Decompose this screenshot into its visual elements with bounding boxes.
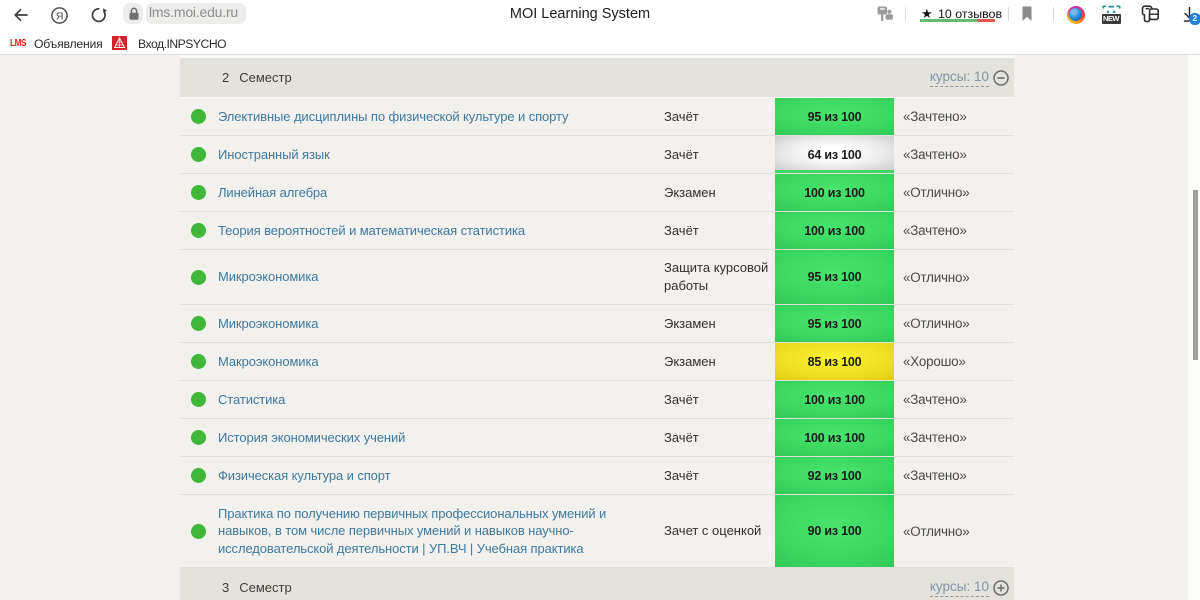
svg-text:Я: Я <box>56 10 64 22</box>
